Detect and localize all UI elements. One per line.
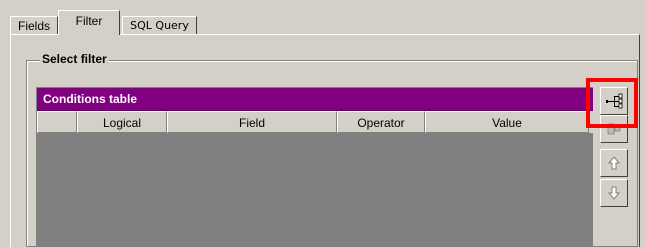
add-condition-button[interactable] (600, 87, 628, 115)
arrow-down-icon (607, 186, 621, 200)
conditions-table-title: Conditions table (37, 88, 593, 111)
remove-condition-icon (607, 123, 621, 135)
column-header-value[interactable]: Value (425, 111, 589, 133)
add-condition-icon (606, 93, 623, 109)
move-down-button[interactable] (600, 179, 628, 207)
column-header-operator[interactable]: Operator (337, 111, 425, 133)
column-header-field[interactable]: Field (167, 111, 337, 133)
tab-filter[interactable]: Filter (58, 10, 120, 35)
tab-fields[interactable]: Fields (10, 16, 58, 34)
column-header-logical[interactable]: Logical (77, 111, 167, 133)
conditions-table-body[interactable] (37, 133, 593, 247)
conditions-table-header: Logical Field Operator Value (37, 111, 593, 133)
tab-sql-query[interactable]: SQL Query (122, 16, 197, 34)
column-header-selector[interactable] (37, 111, 77, 133)
arrow-up-icon (607, 156, 621, 170)
move-up-button[interactable] (600, 149, 628, 177)
groupbox-label: Select filter (40, 52, 109, 66)
remove-condition-button[interactable] (600, 115, 628, 143)
conditions-table: Conditions table Logical Field Operator … (36, 87, 593, 247)
